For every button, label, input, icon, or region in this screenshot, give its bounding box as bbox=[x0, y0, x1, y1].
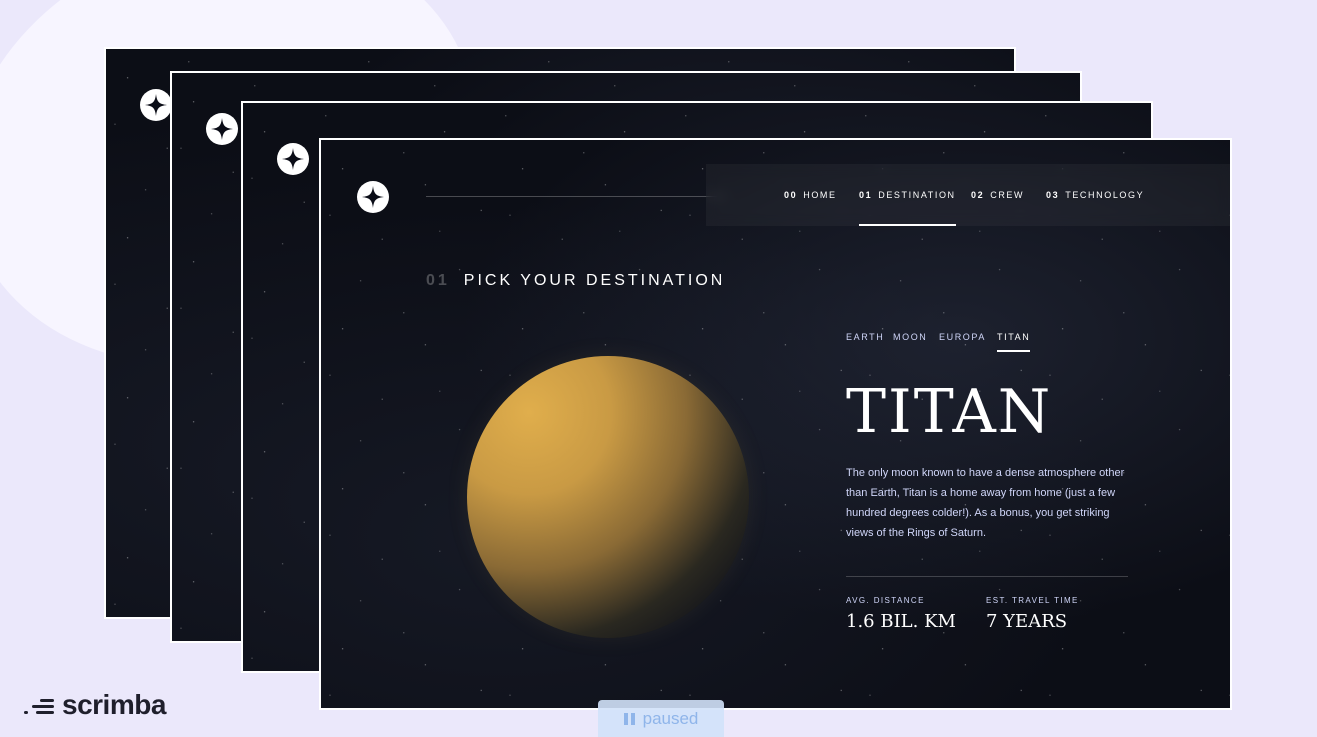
planet-image bbox=[467, 356, 749, 638]
stat-value: 1.6 BIL. KM bbox=[846, 611, 956, 632]
stat-label: EST. TRAVEL TIME bbox=[986, 596, 1079, 605]
star-logo-icon bbox=[140, 89, 172, 121]
planet-name: TITAN bbox=[846, 377, 1053, 447]
nav-item-number: 00 bbox=[784, 190, 798, 200]
main-nav: 00 HOME 01 DESTINATION 02 CREW 03 TECHNOLOGY bbox=[706, 164, 1230, 226]
star-logo-icon bbox=[277, 143, 309, 175]
paused-indicator[interactable]: paused bbox=[598, 700, 724, 737]
nav-item-technology[interactable]: 03 TECHNOLOGY bbox=[1046, 164, 1144, 226]
nav-item-number: 03 bbox=[1046, 190, 1060, 200]
nav-item-number: 02 bbox=[971, 190, 985, 200]
nav-item-number: 01 bbox=[859, 190, 873, 200]
stat-distance: AVG. DISTANCE 1.6 BIL. KM bbox=[846, 596, 956, 632]
nav-item-label: HOME bbox=[803, 190, 837, 200]
page-heading: 01 PICK YOUR DESTINATION bbox=[426, 272, 725, 290]
nav-item-home[interactable]: 00 HOME bbox=[784, 164, 837, 226]
planet-description: The only moon known to have a dense atmo… bbox=[846, 467, 1125, 539]
tab-earth[interactable]: EARTH bbox=[846, 332, 884, 350]
tab-moon[interactable]: MOON bbox=[893, 332, 927, 350]
page-heading-number: 01 bbox=[426, 272, 450, 289]
tab-europa[interactable]: EUROPA bbox=[939, 332, 986, 350]
stat-travel-time: EST. TRAVEL TIME 7 YEARS bbox=[986, 596, 1079, 632]
nav-item-label: DESTINATION bbox=[878, 190, 956, 200]
scrimba-wordmark: scrimba bbox=[62, 689, 166, 720]
nav-item-destination[interactable]: 01 DESTINATION bbox=[859, 164, 956, 226]
stats-divider bbox=[846, 576, 1128, 577]
stat-label: AVG. DISTANCE bbox=[846, 596, 925, 605]
destination-page: 00 HOME 01 DESTINATION 02 CREW 03 TECHNOLOGY… bbox=[319, 138, 1232, 710]
paused-label: paused bbox=[642, 708, 699, 728]
pause-icon bbox=[623, 712, 635, 725]
scrimba-logo: scrimba bbox=[24, 688, 166, 722]
tab-titan[interactable]: TITAN bbox=[997, 332, 1031, 352]
nav-item-crew[interactable]: 02 CREW bbox=[971, 164, 1024, 226]
stat-value: 7 YEARS bbox=[986, 611, 1068, 632]
nav-item-label: CREW bbox=[990, 190, 1025, 200]
scrimba-logo-icon bbox=[24, 695, 56, 715]
nav-item-label: TECHNOLOGY bbox=[1065, 190, 1145, 200]
header-divider bbox=[426, 196, 726, 197]
page-heading-label: PICK YOUR DESTINATION bbox=[463, 272, 726, 289]
star-logo-icon bbox=[206, 113, 238, 145]
star-logo-icon[interactable] bbox=[357, 181, 389, 213]
